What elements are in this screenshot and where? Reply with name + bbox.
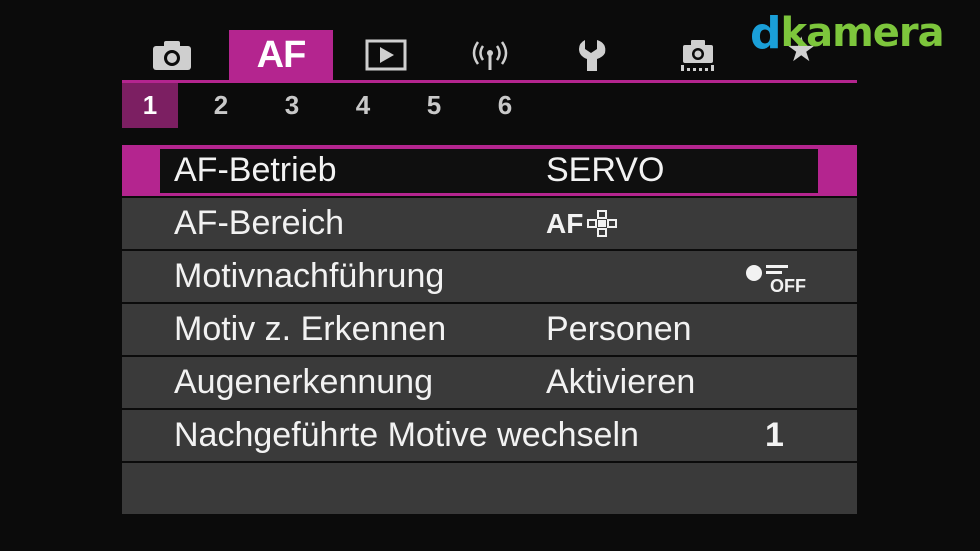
menu-item-label: Motiv z. Erkennen bbox=[174, 310, 447, 348]
menu-item-value: 1 bbox=[765, 416, 784, 454]
subtab-3[interactable]: 3 bbox=[264, 83, 320, 128]
subtab-bar: 1 2 3 4 5 6 bbox=[122, 83, 857, 128]
af-area-icon: AF bbox=[546, 208, 618, 240]
subtab-5[interactable]: 5 bbox=[406, 83, 462, 128]
menu-tab-bar: AF bbox=[122, 30, 857, 80]
menu-item-af-betrieb[interactable]: AF-Betrieb SERVO bbox=[122, 145, 857, 196]
menu-item-empty bbox=[122, 463, 857, 514]
tab-shooting[interactable] bbox=[140, 30, 204, 80]
menu-item-label: Motivnachführung bbox=[174, 257, 445, 295]
menu-item-label: Augenerkennung bbox=[174, 363, 434, 401]
camera-menu-screen: AF ★ 1 2 3 4 5 6 AF-Betrieb SERVO AF-Ber… bbox=[0, 0, 980, 551]
menu-list: AF-Betrieb SERVO AF-Bereich AF Motivnach… bbox=[122, 145, 857, 516]
menu-item-label: AF-Bereich bbox=[174, 204, 345, 242]
logo-text: kamera bbox=[780, 10, 945, 56]
menu-item-label: AF-Betrieb bbox=[174, 151, 337, 189]
dkamera-logo: d kamera bbox=[750, 7, 945, 59]
tab-playback[interactable] bbox=[354, 30, 418, 80]
menu-item-value: Personen bbox=[546, 310, 692, 348]
menu-item-value: Aktivieren bbox=[546, 363, 696, 401]
menu-item-label: Nachgeführte Motive wechseln bbox=[174, 416, 639, 454]
subtab-4[interactable]: 4 bbox=[335, 83, 391, 128]
subtab-1[interactable]: 1 bbox=[122, 83, 178, 128]
menu-item-augenerkennung[interactable]: Augenerkennung Aktivieren bbox=[122, 357, 857, 408]
tab-custom[interactable] bbox=[666, 30, 730, 80]
menu-item-af-bereich[interactable]: AF-Bereich AF bbox=[122, 198, 857, 249]
tab-af-label: AF bbox=[256, 33, 307, 76]
tab-af[interactable]: AF bbox=[229, 30, 333, 80]
camera-icon bbox=[153, 41, 191, 70]
menu-item-motive-wechseln[interactable]: Nachgeführte Motive wechseln 1 bbox=[122, 410, 857, 461]
af-area-text: AF bbox=[546, 208, 584, 239]
subtab-6[interactable]: 6 bbox=[477, 83, 533, 128]
tab-setup[interactable] bbox=[562, 30, 626, 80]
play-icon bbox=[365, 39, 407, 71]
subtab-2[interactable]: 2 bbox=[193, 83, 249, 128]
tracking-off-text: OFF bbox=[770, 276, 806, 295]
logo-d: d bbox=[750, 7, 781, 59]
tracking-off-icon: OFF bbox=[744, 261, 806, 304]
wireless-icon bbox=[472, 41, 508, 70]
menu-item-value: SERVO bbox=[546, 151, 665, 189]
custom-functions-icon bbox=[681, 40, 714, 71]
wrench-icon bbox=[579, 40, 606, 71]
af-area-points-icon bbox=[587, 210, 618, 237]
menu-item-motiv-erkennen[interactable]: Motiv z. Erkennen Personen bbox=[122, 304, 857, 355]
menu-item-motivnachfuehrung[interactable]: Motivnachführung OFF bbox=[122, 251, 857, 302]
tab-wireless[interactable] bbox=[458, 30, 522, 80]
